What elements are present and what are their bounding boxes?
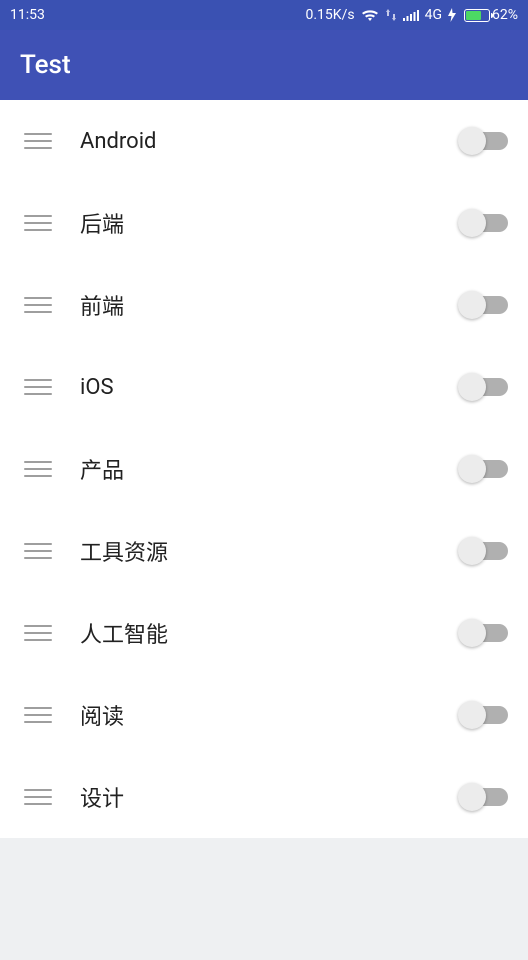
list-container: Android 后端前端 iOS 产品工具资源人工智能阅读设计 [0,100,528,838]
list-item[interactable]: Android [0,100,528,182]
updown-icon [385,8,397,22]
toggle-switch[interactable] [462,706,508,724]
toggle-thumb [458,619,486,647]
list-item-label: 后端 [80,207,462,239]
network-speed: 0.15K/s [306,7,355,23]
drag-handle-icon[interactable] [24,543,52,559]
drag-handle-icon[interactable] [24,461,52,477]
battery-indicator: 62% [462,7,518,23]
drag-handle-icon[interactable] [24,297,52,313]
network-type: 4G [425,7,442,23]
list-item-label: 工具资源 [80,535,462,567]
toggle-thumb [458,455,486,483]
list-item[interactable]: 产品 [0,428,528,510]
drag-handle-icon[interactable] [24,215,52,231]
toggle-switch[interactable] [462,788,508,806]
toggle-thumb [458,291,486,319]
toggle-switch[interactable] [462,378,508,396]
status-bar: 11:53 0.15K/s 4G 62% [0,0,528,30]
wifi-icon [361,8,379,22]
drag-handle-icon[interactable] [24,379,52,395]
toggle-switch[interactable] [462,296,508,314]
page-title: Test [20,50,71,80]
drag-handle-icon[interactable] [24,707,52,723]
battery-icon [464,9,490,22]
list-item-label: iOS [80,375,462,400]
footer-space [0,838,528,958]
toggle-switch[interactable] [462,132,508,150]
drag-handle-icon[interactable] [24,133,52,149]
battery-fill [466,11,481,20]
list-item-label: 设计 [80,781,462,813]
list-item[interactable]: 工具资源 [0,510,528,592]
drag-handle-icon[interactable] [24,789,52,805]
list-item-label: 阅读 [80,699,462,731]
list-item[interactable]: 后端 [0,182,528,264]
list-item-label: 人工智能 [80,617,462,649]
list-item-label: 前端 [80,289,462,321]
drag-handle-icon[interactable] [24,625,52,641]
list-item[interactable]: 阅读 [0,674,528,756]
signal-icon [403,9,419,21]
toggle-thumb [458,701,486,729]
charging-icon [448,8,456,22]
time-text: 11:53 [10,7,45,23]
list-item[interactable]: 前端 [0,264,528,346]
status-indicators: 0.15K/s 4G 62% [306,7,519,23]
list-item-label: Android [80,129,462,154]
list-item[interactable]: 人工智能 [0,592,528,674]
toggle-thumb [458,127,486,155]
battery-percent: 62% [492,7,518,23]
status-time: 11:53 [10,7,45,23]
toggle-thumb [458,783,486,811]
toggle-switch[interactable] [462,624,508,642]
toggle-thumb [458,209,486,237]
toggle-switch[interactable] [462,214,508,232]
toggle-switch[interactable] [462,460,508,478]
toggle-thumb [458,373,486,401]
toggle-thumb [458,537,486,565]
toggle-switch[interactable] [462,542,508,560]
list-item-label: 产品 [80,453,462,485]
list-item[interactable]: 设计 [0,756,528,838]
list-item[interactable]: iOS [0,346,528,428]
app-bar: Test [0,30,528,100]
